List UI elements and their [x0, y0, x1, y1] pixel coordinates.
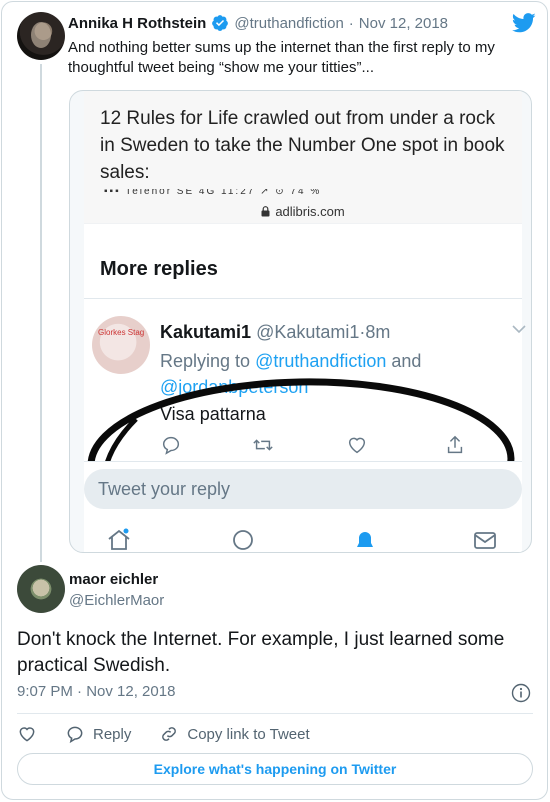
thread-connector-line: [40, 64, 42, 562]
author-handle[interactable]: @EichlerMaor: [69, 592, 164, 609]
reply-handle: @Kakutami1: [256, 322, 360, 342]
home-icon: [108, 528, 130, 550]
verified-badge-icon: [212, 15, 229, 31]
parent-tweet-header: Annika H Rothstein @truthandfiction · No…: [68, 14, 448, 32]
comment-icon: [67, 726, 83, 744]
browser-url-bar: adlibris.com: [84, 199, 522, 223]
reply-composer-area: Tweet your reply: [84, 461, 522, 552]
divider: [84, 298, 522, 299]
parent-author-avatar[interactable]: [17, 12, 65, 60]
search-icon: [233, 530, 253, 550]
reply-button[interactable]: Reply: [65, 724, 131, 744]
explore-twitter-button[interactable]: Explore what's happening on Twitter: [17, 753, 533, 785]
reply-replying-to: Replying to @truthandfiction and @jordan…: [160, 348, 500, 400]
lock-icon: [261, 205, 270, 216]
tweet-actions: Reply Copy link to Tweet: [17, 722, 338, 746]
reply-avatar-text: Glorkes Stag: [98, 328, 145, 337]
replying-connector: and: [386, 351, 422, 371]
more-replies-heading: More replies: [100, 258, 218, 280]
parent-handle[interactable]: @truthandfiction: [234, 15, 343, 32]
comment-icon: [162, 436, 180, 455]
parent-author-name[interactable]: Annika H Rothstein: [68, 15, 206, 32]
notifications-bell-icon: [357, 532, 373, 547]
tweet-text: Don't knock the Internet. For example, I…: [17, 629, 505, 676]
mobile-tab-bar: [84, 519, 522, 552]
tweet-timestamp[interactable]: 9:07 PM · Nov 12, 2018: [17, 683, 175, 700]
meta-separator: ·: [348, 14, 354, 32]
twitter-logo-icon[interactable]: [512, 13, 536, 33]
heart-icon: [348, 437, 366, 454]
reply-button-label: Reply: [93, 725, 132, 743]
tweet-reply-input: Tweet your reply: [84, 469, 522, 509]
screenshot-snippet-area: 12 Rules for Life crawled out from under…: [84, 91, 522, 189]
browser-url: adlibris.com: [275, 203, 345, 219]
reply-actions: [160, 434, 470, 458]
chevron-down-icon: [512, 325, 526, 334]
divider: [17, 713, 533, 714]
like-button[interactable]: [17, 724, 37, 744]
author-avatar[interactable]: [17, 565, 65, 613]
attached-screenshot-image[interactable]: 12 Rules for Life crawled out from under…: [69, 90, 532, 553]
replying-to-prefix: Replying to: [160, 351, 256, 371]
reply-age: 8m: [365, 322, 391, 342]
copy-link-button[interactable]: Copy link to Tweet: [159, 724, 310, 744]
parent-date[interactable]: Nov 12, 2018: [359, 15, 448, 32]
reply-header: Kakutami1 @Kakutami1·8m: [160, 322, 390, 343]
reply-author-name: Kakutami1: [160, 322, 252, 342]
copy-link-label: Copy link to Tweet: [187, 725, 310, 743]
link-icon: [162, 727, 177, 741]
author-name[interactable]: maor eichler: [69, 571, 158, 588]
messages-icon: [474, 532, 496, 549]
reply-text: Visa pattarna: [160, 404, 266, 424]
share-icon: [447, 435, 463, 454]
screenshot-content: 12 Rules for Life crawled out from under…: [84, 91, 526, 552]
mention-truthandfiction: @truthandfiction: [255, 351, 387, 371]
info-icon[interactable]: [511, 683, 531, 703]
screenshot-snippet-text: 12 Rules for Life crawled out from under…: [100, 108, 505, 183]
reply-avatar: Glorkes Stag: [92, 316, 150, 374]
divider: [84, 461, 522, 462]
parent-tweet-text: And nothing better sums up the internet …: [68, 39, 495, 76]
heart-icon: [19, 727, 35, 742]
retweet-icon: [253, 439, 273, 451]
mention-jordanbpeterson: @jordanbpeterson: [160, 377, 309, 397]
